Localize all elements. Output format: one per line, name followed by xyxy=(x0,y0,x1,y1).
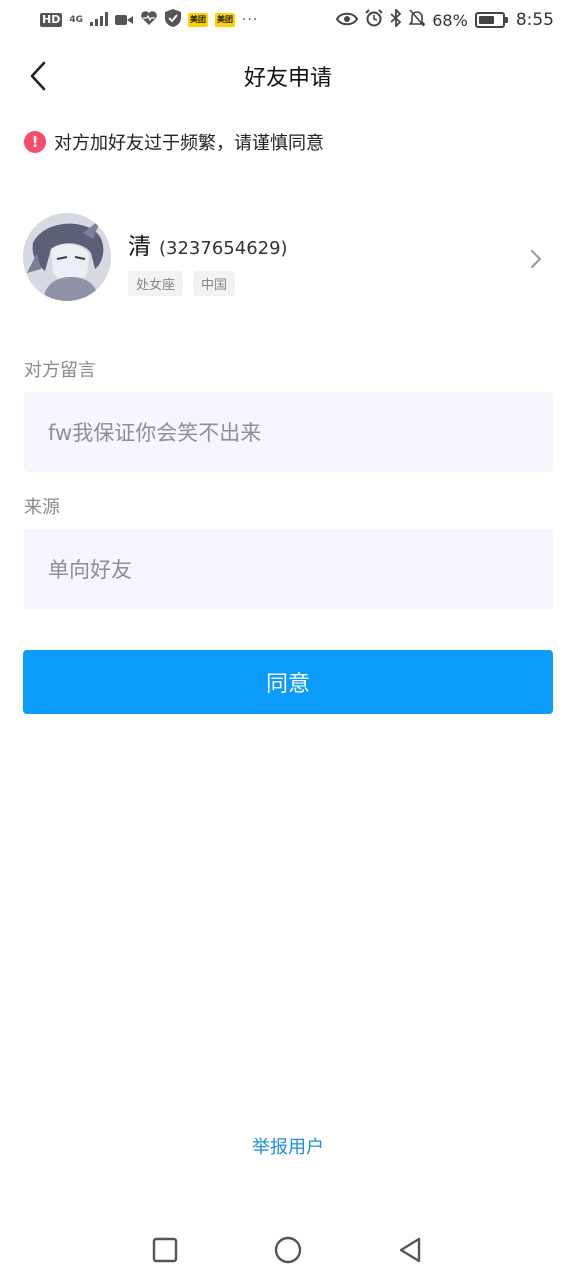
requester-profile[interactable]: 清 (3237654629) 处女座 中国 xyxy=(0,205,576,309)
square-icon xyxy=(152,1237,178,1263)
mute-bell-icon xyxy=(408,9,427,31)
warning-text: 对方加好友过于频繁，请谨慎同意 xyxy=(54,133,324,154)
profile-tags: 处女座 中国 xyxy=(128,271,236,296)
display-name: 清 xyxy=(128,234,151,260)
battery-percent: 68% xyxy=(432,10,468,30)
message-field: fw我保证你会笑不出来 xyxy=(24,392,553,472)
message-label: 对方留言 xyxy=(24,360,96,381)
more-notifications-icon: ··· xyxy=(242,12,259,28)
tag-zodiac: 处女座 xyxy=(128,271,184,296)
signal-icon xyxy=(90,11,108,30)
battery-icon xyxy=(474,12,508,28)
clock: 8:55 xyxy=(515,10,554,30)
user-id: (3237654629) xyxy=(159,238,288,259)
recent-apps-button[interactable] xyxy=(143,1228,187,1272)
page-title: 好友申请 xyxy=(243,66,332,91)
meituan-badge: 美团 xyxy=(188,13,208,27)
battery-fill xyxy=(478,16,494,24)
network-type: 4G xyxy=(69,14,83,25)
source-label: 来源 xyxy=(24,497,60,518)
status-right: 68% 8:55 xyxy=(336,7,554,31)
status-left: HD 4G 美团 美团 ··· xyxy=(40,9,258,31)
shield-icon xyxy=(165,9,181,31)
report-user-link[interactable]: 举报用户 xyxy=(0,1133,576,1159)
app-header: 好友申请 xyxy=(0,48,576,104)
meituan-badge-2: 美团 xyxy=(215,13,235,27)
system-nav-bar xyxy=(0,1220,576,1280)
triangle-back-icon xyxy=(399,1237,421,1263)
status-bar: HD 4G 美团 美团 ··· 68% 8:55 xyxy=(0,0,576,40)
avatar[interactable] xyxy=(23,213,111,301)
agree-button[interactable]: 同意 xyxy=(23,650,553,714)
health-icon xyxy=(140,10,158,30)
hd-indicator: HD xyxy=(40,13,63,27)
circle-icon xyxy=(274,1236,302,1264)
eye-icon xyxy=(336,11,359,30)
name-row: 清 (3237654629) xyxy=(128,227,288,261)
exclamation-icon: ! xyxy=(24,131,46,153)
source-field: 单向好友 xyxy=(24,529,553,609)
frequency-warning: ! 对方加好友过于频繁，请谨慎同意 xyxy=(24,129,324,155)
chevron-right-icon[interactable] xyxy=(520,243,552,275)
tag-region: 中国 xyxy=(193,271,236,296)
bluetooth-icon xyxy=(390,7,402,31)
home-button[interactable] xyxy=(266,1228,310,1272)
system-back-button[interactable] xyxy=(388,1228,432,1272)
video-icon xyxy=(115,11,133,30)
alarm-icon xyxy=(365,9,383,31)
